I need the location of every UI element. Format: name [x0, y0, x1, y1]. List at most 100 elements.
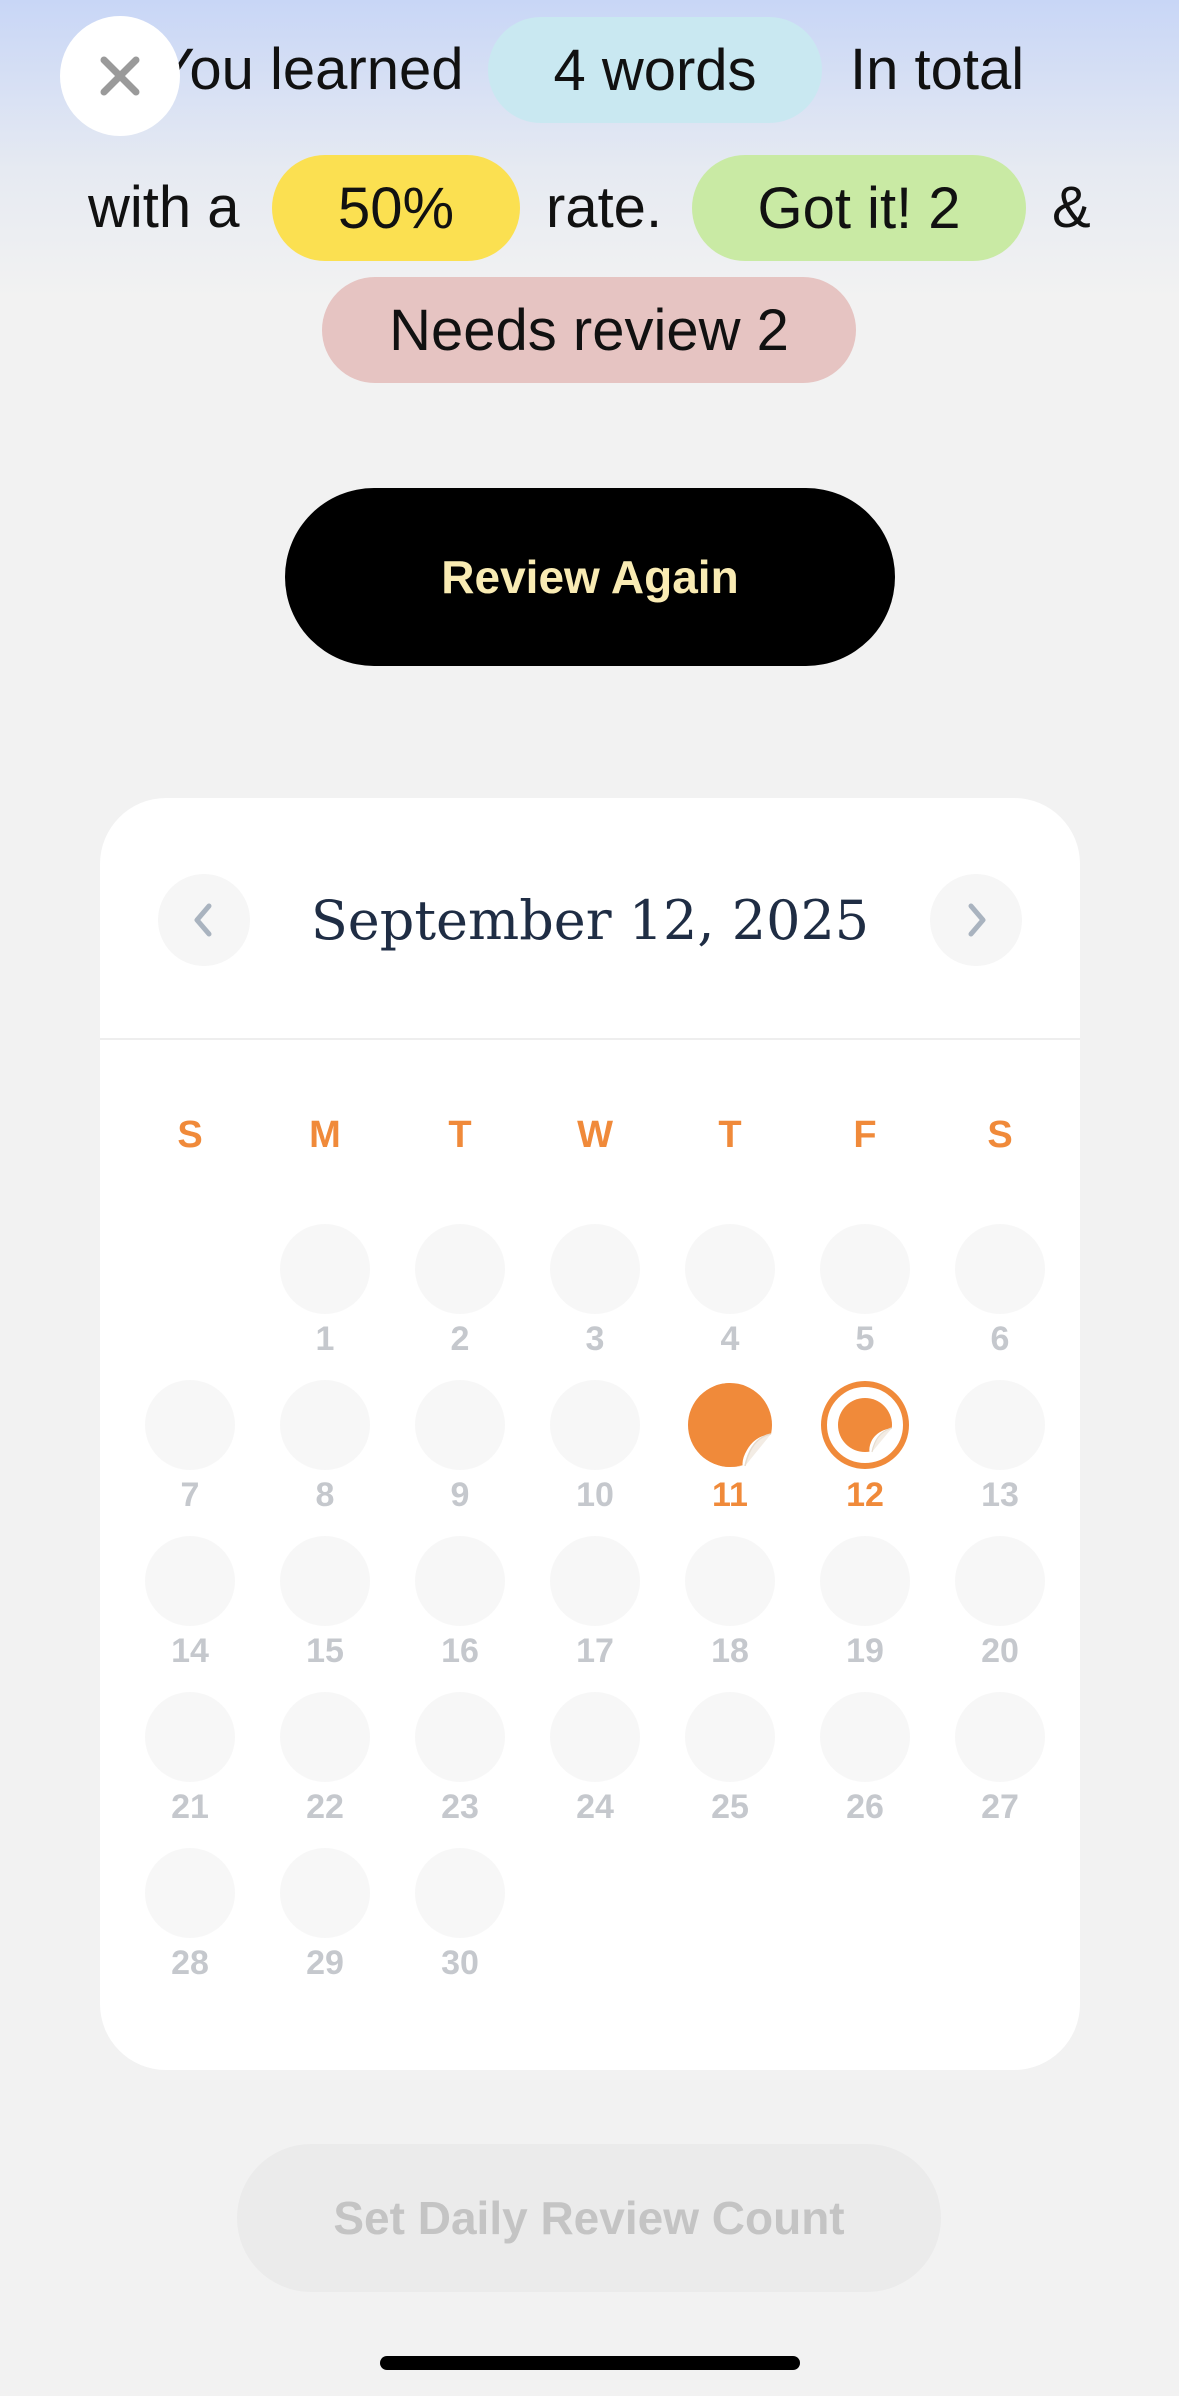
day-circle [820, 1224, 910, 1314]
day-circle [280, 1536, 370, 1626]
day-number: 6 [990, 1320, 1010, 1358]
calendar-day-13[interactable]: 13 [940, 1380, 1060, 1530]
day-number: 12 [846, 1476, 884, 1514]
day-number: 25 [711, 1788, 749, 1826]
review-again-button[interactable]: Review Again [285, 488, 895, 666]
day-circle [280, 1692, 370, 1782]
close-button[interactable] [60, 16, 180, 136]
day-number: 11 [712, 1476, 748, 1514]
calendar-day-19[interactable]: 19 [805, 1536, 925, 1686]
day-number: 21 [171, 1788, 209, 1826]
day-number: 16 [441, 1632, 479, 1670]
calendar-day-6[interactable]: 6 [940, 1224, 1060, 1374]
calendar-day-18[interactable]: 18 [670, 1536, 790, 1686]
day-circle [820, 1692, 910, 1782]
day-number: 28 [171, 1944, 209, 1982]
day-number: 27 [981, 1788, 1019, 1826]
calendar-day-21[interactable]: 21 [130, 1692, 250, 1842]
day-number: 19 [846, 1632, 884, 1670]
calendar-day-22[interactable]: 22 [265, 1692, 385, 1842]
day-circle [550, 1692, 640, 1782]
day-number: 29 [306, 1944, 344, 1982]
calendar-day-2[interactable]: 2 [400, 1224, 520, 1374]
calendar-header: September 12, 2025 [100, 798, 1080, 1040]
calendar-day-20[interactable]: 20 [940, 1536, 1060, 1686]
day-number: 30 [441, 1944, 479, 1982]
weekday-label: S [177, 1114, 203, 1156]
calendar-card: September 12, 2025 S M T W T F S 1 2 3 4 5 6 7 8 9 10 11 1… [100, 798, 1080, 2070]
calendar-day-12[interactable]: 12 [805, 1380, 925, 1530]
day-circle [415, 1848, 505, 1938]
day-circle [280, 1380, 370, 1470]
summary-text: & [1052, 175, 1091, 240]
calendar-day-1[interactable]: 1 [265, 1224, 385, 1374]
calendar-day-29[interactable]: 29 [265, 1848, 385, 1998]
calendar-day-25[interactable]: 25 [670, 1692, 790, 1842]
chevron-right-icon [968, 903, 986, 937]
day-circle [415, 1380, 505, 1470]
day-number: 3 [585, 1320, 605, 1358]
summary-text: In total [850, 37, 1025, 102]
day-circle [415, 1536, 505, 1626]
day-number: 23 [441, 1788, 479, 1826]
calendar-day-11[interactable]: 11 [670, 1380, 790, 1530]
summary-text: with a [88, 175, 240, 240]
day-number: 8 [315, 1476, 335, 1514]
day-number: 2 [450, 1320, 470, 1358]
summary-text: You learned [156, 37, 464, 102]
day-number: 14 [171, 1632, 209, 1670]
day-circle [415, 1692, 505, 1782]
calendar-day-26[interactable]: 26 [805, 1692, 925, 1842]
day-number: 22 [306, 1788, 344, 1826]
calendar-day-16[interactable]: 16 [400, 1536, 520, 1686]
calendar-day-28[interactable]: 28 [130, 1848, 250, 1998]
day-number: 7 [180, 1476, 200, 1514]
weekday-label: T [718, 1114, 742, 1156]
weekday-label: S [987, 1114, 1013, 1156]
calendar-day-14[interactable]: 14 [130, 1536, 250, 1686]
day-circle [145, 1380, 235, 1470]
next-month-button[interactable] [930, 874, 1022, 966]
weekday-label: M [309, 1114, 341, 1156]
calendar-day-3[interactable]: 3 [535, 1224, 655, 1374]
day-circle [955, 1692, 1045, 1782]
calendar-day-24[interactable]: 24 [535, 1692, 655, 1842]
calendar-day-10[interactable]: 10 [535, 1380, 655, 1530]
day-number: 13 [981, 1476, 1019, 1514]
day-circle [550, 1224, 640, 1314]
day-circle [550, 1380, 640, 1470]
calendar-date-title: September 12, 2025 [310, 888, 870, 952]
calendar-day-5[interactable]: 5 [805, 1224, 925, 1374]
day-number: 10 [576, 1476, 614, 1514]
calendar-day-27[interactable]: 27 [940, 1692, 1060, 1842]
calendar-day-7[interactable]: 7 [130, 1380, 250, 1530]
day-number: 20 [981, 1632, 1019, 1670]
close-icon [100, 56, 140, 96]
day-circle [550, 1536, 640, 1626]
calendar-day-8[interactable]: 8 [265, 1380, 385, 1530]
day-circle [685, 1692, 775, 1782]
rate-badge: 50% [272, 155, 520, 261]
day-circle [280, 1224, 370, 1314]
calendar-day-4[interactable]: 4 [670, 1224, 790, 1374]
calendar-day-15[interactable]: 15 [265, 1536, 385, 1686]
weekday-label: T [448, 1114, 472, 1156]
day-number: 5 [855, 1320, 875, 1358]
day-circle [955, 1380, 1045, 1470]
day-number: 9 [450, 1476, 470, 1514]
got-it-badge: Got it! 2 [692, 155, 1026, 261]
day-circle [145, 1692, 235, 1782]
day-number: 24 [576, 1788, 614, 1826]
calendar-day-17[interactable]: 17 [535, 1536, 655, 1686]
day-number: 17 [576, 1632, 614, 1670]
previous-month-button[interactable] [158, 874, 250, 966]
day-number: 4 [720, 1320, 740, 1358]
calendar-day-30[interactable]: 30 [400, 1848, 520, 1998]
day-number: 26 [846, 1788, 884, 1826]
calendar-day-9[interactable]: 9 [400, 1380, 520, 1530]
words-learned-badge: 4 words [488, 17, 822, 123]
selected-day-icon [820, 1380, 910, 1470]
calendar-day-23[interactable]: 23 [400, 1692, 520, 1842]
set-daily-review-count-button[interactable]: Set Daily Review Count [237, 2144, 941, 2292]
day-circle [685, 1536, 775, 1626]
